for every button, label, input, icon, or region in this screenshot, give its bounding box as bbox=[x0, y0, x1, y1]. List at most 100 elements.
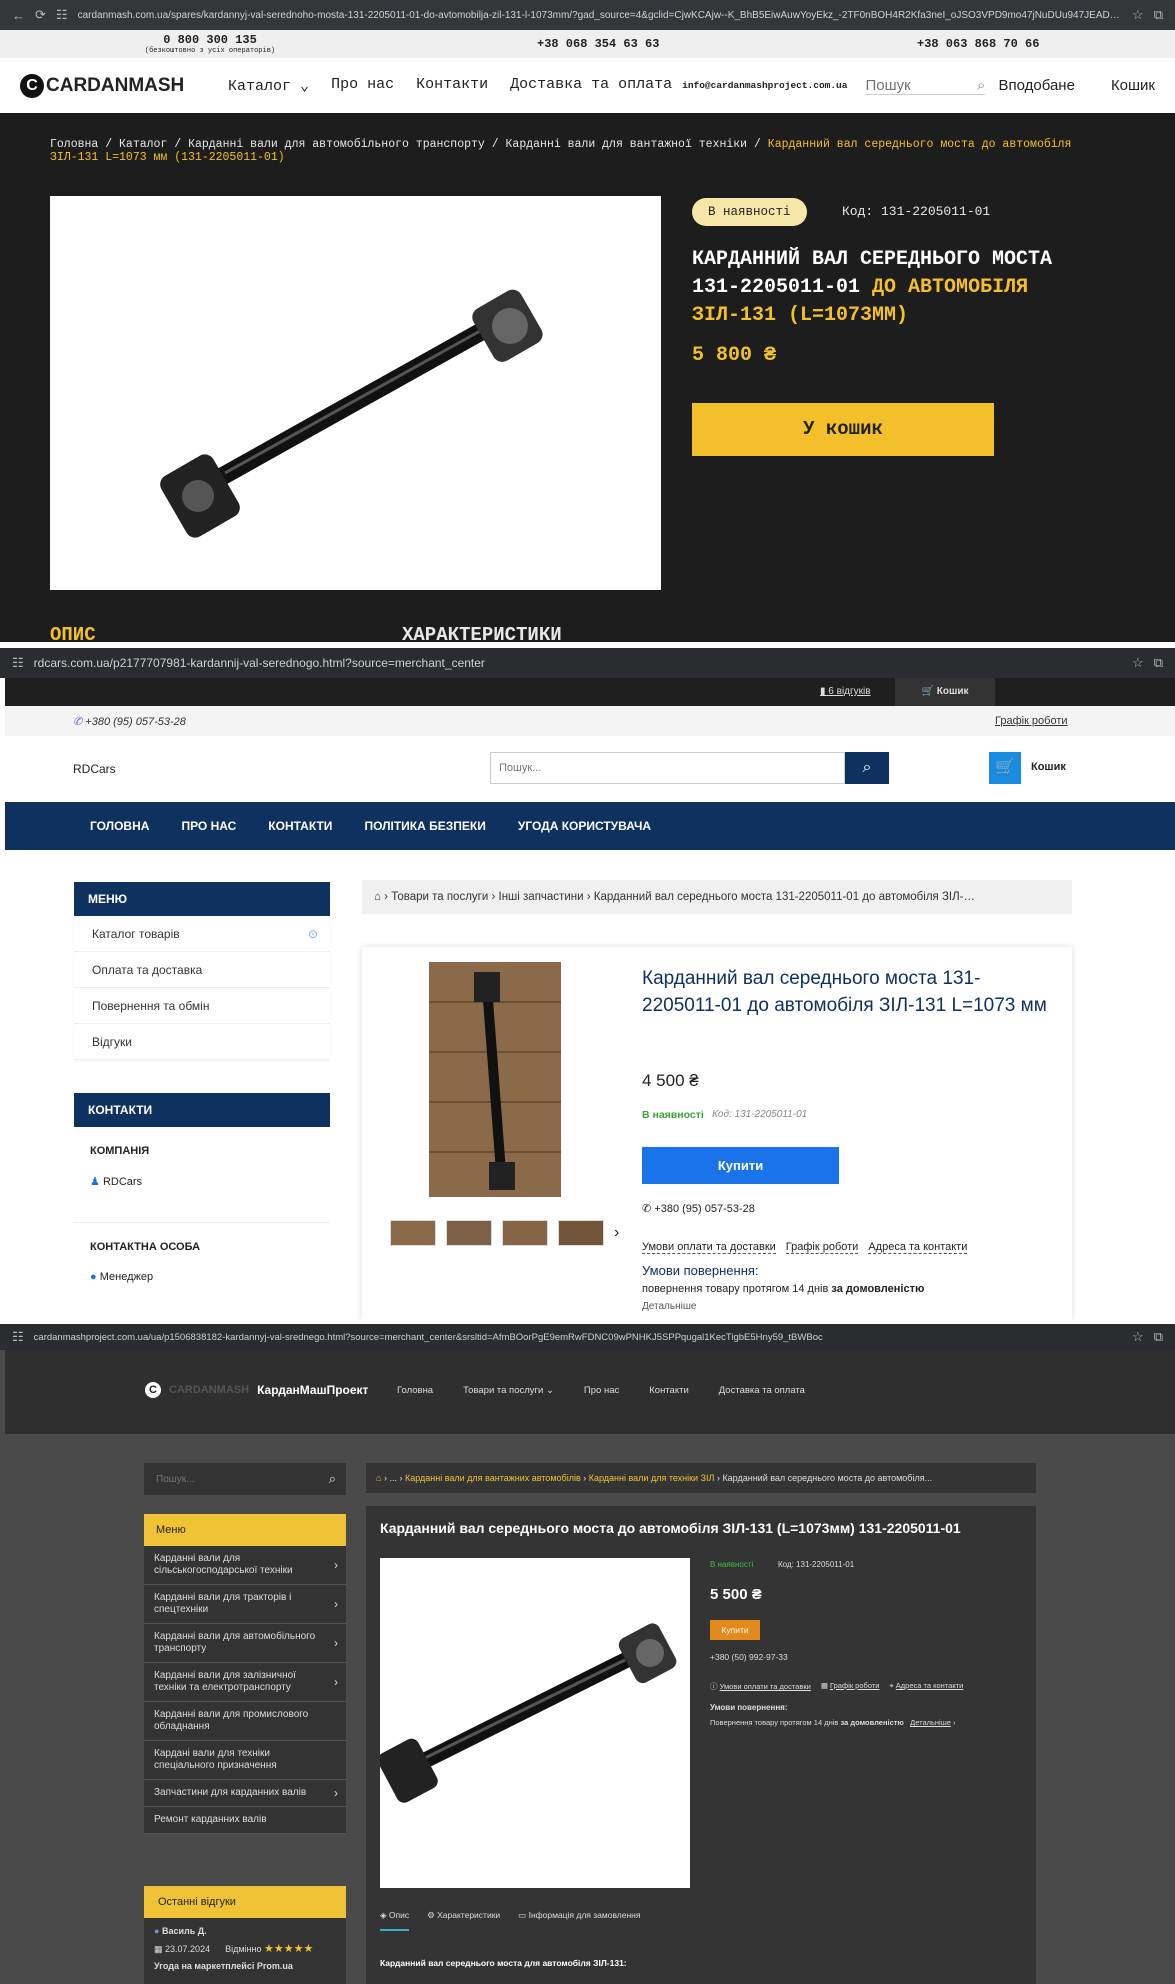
home-icon[interactable]: ⌂ bbox=[376, 1473, 381, 1483]
side-item-catalog[interactable]: Каталог товарів ⊙ bbox=[74, 916, 330, 952]
search-input[interactable] bbox=[144, 1463, 304, 1495]
schedule-link[interactable]: Графік роботи bbox=[995, 715, 1068, 727]
product-image[interactable] bbox=[50, 196, 661, 590]
search-input[interactable] bbox=[865, 76, 956, 94]
address-bar[interactable]: ☷ rdcars.com.ua/p2177707981-kardannij-va… bbox=[0, 648, 1175, 678]
crumb-zil[interactable]: Карданні вали для техніки ЗІЛ bbox=[589, 1473, 715, 1483]
side-item-returns[interactable]: Повернення та обмін bbox=[74, 988, 330, 1024]
payment-link[interactable]: Умови оплати та доставки bbox=[642, 1241, 776, 1254]
url-text[interactable]: cardanmash.com.ua/spares/kardannyj-val-s… bbox=[78, 10, 1122, 21]
tab-specs[interactable]: ХАРАКТЕРИСТИКИ bbox=[402, 624, 562, 642]
phone-2[interactable]: +38 063 868 70 66 bbox=[917, 37, 1039, 51]
card-phone[interactable]: ✆ +380 (95) 057-53-28 bbox=[642, 1202, 755, 1215]
home-icon[interactable]: ⌂ bbox=[374, 891, 381, 903]
menu-item[interactable]: Ремонт карданних валів bbox=[144, 1807, 346, 1834]
nav-about[interactable]: Про нас bbox=[331, 76, 394, 95]
menu-contacts[interactable]: КОНТАКТИ bbox=[268, 819, 332, 833]
more-link[interactable]: Детальніше bbox=[642, 1301, 696, 1312]
product-image[interactable] bbox=[377, 1558, 690, 1888]
star-icon[interactable]: ☆ bbox=[1132, 1329, 1144, 1345]
menu-item[interactable]: Кардані вали для техніки спеціального пр… bbox=[144, 1741, 346, 1780]
menu-item[interactable]: Карданні вали для тракторів і спецтехнік… bbox=[144, 1585, 346, 1624]
side-item-payment[interactable]: Оплата та доставка bbox=[74, 952, 330, 988]
payment-link[interactable]: ⓘ Умови оплати та доставки bbox=[710, 1681, 811, 1692]
site-settings-icon[interactable]: ☷ bbox=[12, 655, 24, 671]
reload-icon[interactable]: ⟳ bbox=[35, 7, 46, 23]
chevron-right-icon[interactable]: › bbox=[614, 1220, 619, 1246]
nav-delivery[interactable]: Доставка та оплата bbox=[719, 1385, 805, 1396]
search-button[interactable]: ⌕ bbox=[845, 752, 889, 784]
extensions-icon[interactable]: ⧉ bbox=[1154, 1329, 1163, 1345]
menu-item[interactable]: Карданні вали для залізничної техніки та… bbox=[144, 1663, 346, 1702]
tab-description[interactable]: ОПИС bbox=[50, 624, 96, 642]
url-text[interactable]: rdcars.com.ua/p2177707981-kardannij-val-… bbox=[34, 656, 1122, 670]
extensions-icon[interactable]: ⧉ bbox=[1154, 655, 1163, 671]
nav-products[interactable]: Товари та послуги ⌄ bbox=[463, 1385, 554, 1396]
hotline[interactable]: 0 800 300 135 bbox=[130, 33, 290, 47]
address-bar[interactable]: ← ⟳ ☷ cardanmash.com.ua/spares/kardannyj… bbox=[0, 0, 1175, 30]
extensions-icon[interactable]: ⧉ bbox=[1154, 7, 1163, 23]
email-link[interactable]: info@cardanmashproject.com.ua bbox=[682, 80, 847, 91]
site-settings-icon[interactable]: ☷ bbox=[56, 7, 68, 23]
crumb-trucks[interactable]: Карданні вали для вантажних автомобілів bbox=[405, 1473, 581, 1483]
search-icon[interactable]: ⌕ bbox=[329, 1471, 336, 1487]
phone-1[interactable]: +38 068 354 63 63 bbox=[537, 37, 659, 51]
buy-button[interactable]: Купити bbox=[710, 1620, 760, 1640]
menu-item[interactable]: Карданні вали для сільськогосподарської … bbox=[144, 1546, 346, 1585]
thumbnail[interactable] bbox=[446, 1220, 492, 1246]
top-cart[interactable]: 🛒 Кошик bbox=[895, 678, 995, 706]
reviews-link[interactable]: ▮ 6 відгуків bbox=[820, 686, 871, 697]
side-item-reviews[interactable]: Відгуки bbox=[74, 1024, 330, 1060]
favorites-link[interactable]: Вподобане bbox=[998, 77, 1074, 94]
crumb-dots[interactable]: ... bbox=[389, 1473, 397, 1483]
search-icon[interactable]: ⌕ bbox=[977, 77, 985, 94]
nav-about[interactable]: Про нас bbox=[584, 1385, 619, 1396]
cart-icon[interactable]: 🛒 bbox=[989, 752, 1021, 784]
nav-catalog[interactable]: Каталог ⌄ bbox=[228, 76, 309, 95]
menu-item[interactable]: Карданні вали для автомобільного транспо… bbox=[144, 1624, 346, 1663]
menu-about[interactable]: ПРО НАС bbox=[181, 819, 236, 833]
tab-description[interactable]: ◈ Опис bbox=[380, 1910, 410, 1931]
phone[interactable]: +380 (50) 992-97-33 bbox=[710, 1652, 788, 1662]
menu-item[interactable]: Карданні вали для промислового обладнанн… bbox=[144, 1702, 346, 1741]
buy-button[interactable]: Купити bbox=[642, 1147, 839, 1184]
site-settings-icon[interactable]: ☷ bbox=[12, 1329, 24, 1345]
star-icon[interactable]: ☆ bbox=[1132, 655, 1144, 671]
nav-delivery[interactable]: Доставка та оплата bbox=[510, 76, 672, 95]
logo[interactable]: RDCars bbox=[73, 762, 116, 776]
back-icon[interactable]: ← bbox=[12, 8, 25, 23]
crumb-trucks[interactable]: Карданні вали для вантажної техніки bbox=[506, 138, 748, 151]
phone-link[interactable]: ✆ +380 (95) 057-53-28 bbox=[73, 715, 186, 728]
crumb-home[interactable]: Головна bbox=[50, 138, 98, 151]
cart-link[interactable]: Кошик bbox=[1031, 761, 1066, 773]
menu-item[interactable]: Запчастини для карданних валів › bbox=[144, 1780, 346, 1807]
thumbnail[interactable] bbox=[558, 1220, 604, 1246]
nav-contacts[interactable]: Контакти bbox=[649, 1385, 689, 1396]
logo[interactable]: C CARDANMASH КарданМашПроект bbox=[145, 1382, 368, 1398]
address-link[interactable]: Адреса та контакти bbox=[868, 1241, 968, 1254]
schedule-link[interactable]: ▦ Графік роботи bbox=[821, 1681, 880, 1692]
url-text[interactable]: cardanmashproject.com.ua/ua/p1506838182-… bbox=[34, 1332, 1122, 1343]
thumbnail[interactable] bbox=[390, 1220, 436, 1246]
crumb-auto[interactable]: Карданні вали для автомобільного транспо… bbox=[188, 138, 485, 151]
nav-contacts[interactable]: Контакти bbox=[416, 76, 488, 95]
product-image[interactable] bbox=[429, 962, 561, 1197]
logo[interactable]: C CARDANMASH bbox=[20, 73, 220, 98]
add-to-cart-button[interactable]: У кошик bbox=[692, 403, 994, 456]
breadcrumb-text[interactable]: Товари та послуги › Інші запчастини › Ка… bbox=[391, 891, 975, 903]
menu-privacy[interactable]: ПОЛІТИКА БЕЗПЕКИ bbox=[364, 819, 485, 833]
search-input[interactable] bbox=[491, 753, 844, 783]
schedule-link[interactable]: Графік роботи bbox=[785, 1241, 859, 1254]
menu-terms[interactable]: УГОДА КОРИСТУВАЧА bbox=[518, 819, 651, 833]
cart-link[interactable]: Кошик bbox=[1111, 77, 1155, 94]
crumb-catalog[interactable]: Каталог bbox=[119, 138, 167, 151]
tab-order-info[interactable]: ▭ Інформація для замовлення bbox=[518, 1910, 640, 1931]
thumbnail[interactable] bbox=[502, 1220, 548, 1246]
more-link[interactable]: Детальніше bbox=[910, 1718, 951, 1727]
tab-specs[interactable]: ⚙ Характеристики bbox=[427, 1910, 500, 1931]
star-icon[interactable]: ☆ bbox=[1132, 7, 1144, 23]
menu-home[interactable]: ГОЛОВНА bbox=[90, 819, 149, 833]
address-link[interactable]: ⌖ Адреса та контакти bbox=[889, 1681, 963, 1692]
address-bar[interactable]: ☷ cardanmashproject.com.ua/ua/p150683818… bbox=[0, 1324, 1175, 1350]
nav-home[interactable]: Головна bbox=[397, 1385, 433, 1396]
